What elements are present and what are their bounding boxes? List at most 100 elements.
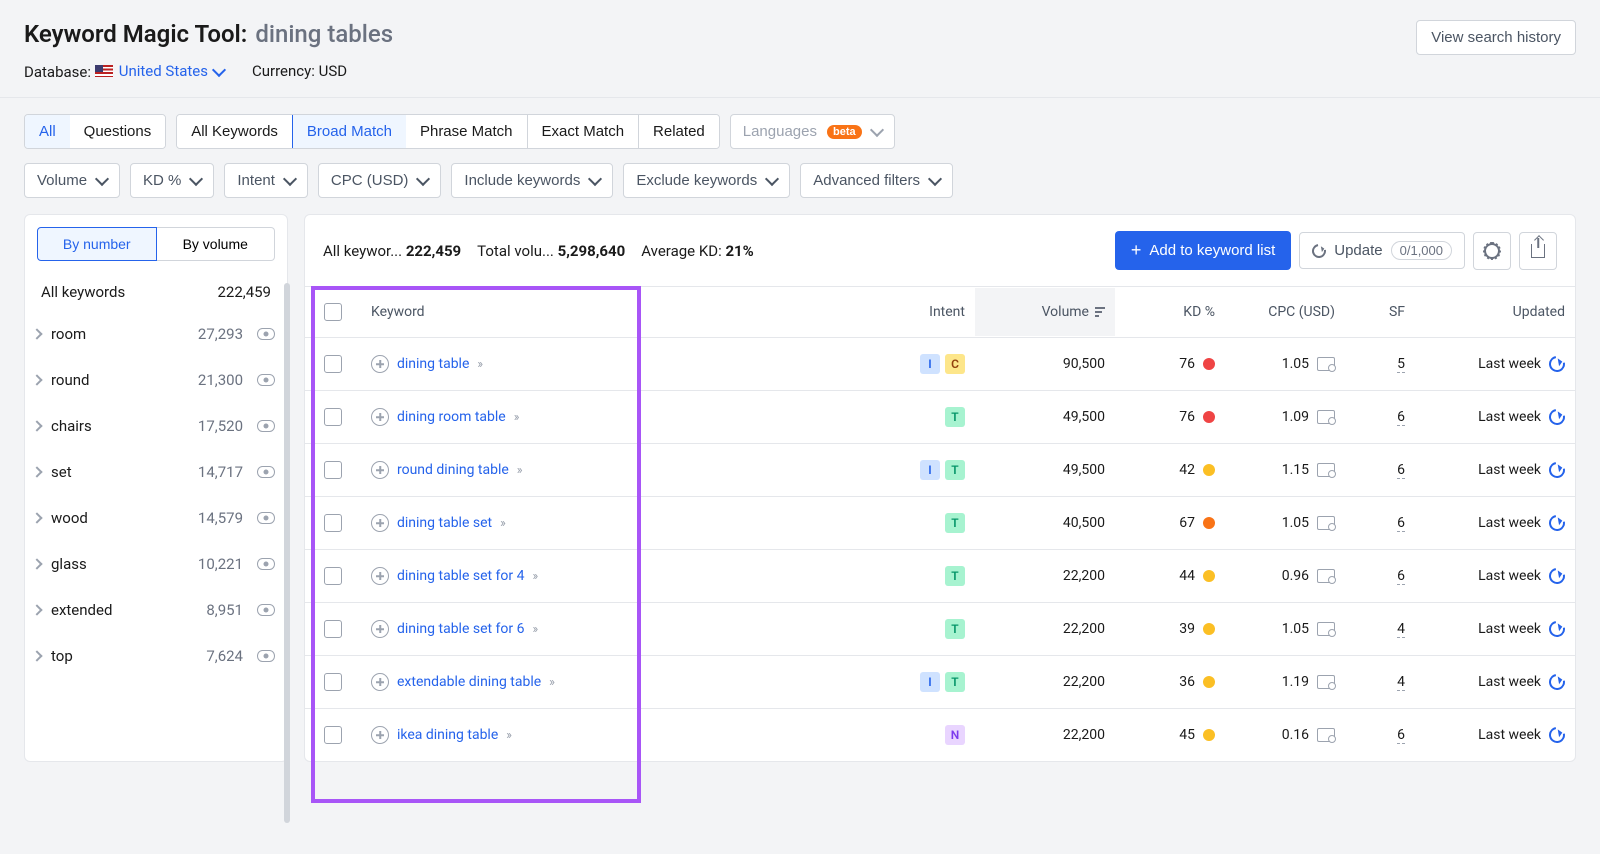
col-intent[interactable]: Intent	[885, 288, 975, 336]
keyword-link[interactable]: dining room table	[397, 409, 506, 425]
languages-filter[interactable]: Languages beta	[730, 114, 895, 149]
sf-value[interactable]: 6	[1397, 515, 1405, 532]
col-cpc[interactable]: CPC (USD)	[1225, 288, 1345, 336]
col-volume[interactable]: Volume	[975, 288, 1115, 336]
sf-value[interactable]: 6	[1397, 462, 1405, 479]
sf-value[interactable]: 6	[1397, 727, 1405, 744]
row-checkbox[interactable]	[324, 355, 342, 373]
serp-icon[interactable]	[1317, 516, 1335, 530]
filter-intent[interactable]: Intent	[224, 163, 308, 198]
sidebar-tab-by-number[interactable]: By number	[37, 227, 157, 261]
col-sf[interactable]: SF	[1345, 288, 1415, 336]
col-keyword[interactable]: Keyword	[361, 288, 885, 336]
eye-icon[interactable]	[257, 512, 275, 524]
sidebar-item-glass[interactable]: glass10,221	[25, 541, 287, 587]
expand-icon[interactable]	[371, 620, 389, 638]
expand-icon[interactable]	[371, 514, 389, 532]
filter-advanced-filters[interactable]: Advanced filters	[800, 163, 953, 198]
sf-value[interactable]: 5	[1397, 356, 1405, 373]
kd-value: 42	[1179, 462, 1195, 478]
eye-icon[interactable]	[257, 466, 275, 478]
row-checkbox[interactable]	[324, 726, 342, 744]
eye-icon[interactable]	[257, 558, 275, 570]
tab-all-keywords[interactable]: All Keywords	[177, 115, 293, 148]
settings-button[interactable]	[1473, 232, 1511, 270]
sidebar-item-chairs[interactable]: chairs17,520	[25, 403, 287, 449]
filter-exclude-keywords[interactable]: Exclude keywords	[623, 163, 790, 198]
refresh-icon[interactable]	[1546, 618, 1568, 640]
tab-questions[interactable]: Questions	[70, 115, 166, 148]
col-kd[interactable]: KD %	[1115, 288, 1225, 336]
eye-icon[interactable]	[257, 420, 275, 432]
row-checkbox[interactable]	[324, 514, 342, 532]
keyword-link[interactable]: dining table	[397, 356, 469, 372]
refresh-icon[interactable]	[1546, 353, 1568, 375]
sidebar-item-extended[interactable]: extended8,951	[25, 587, 287, 633]
sf-value[interactable]: 4	[1397, 674, 1405, 691]
serp-icon[interactable]	[1317, 410, 1335, 424]
eye-icon[interactable]	[257, 374, 275, 386]
refresh-icon[interactable]	[1546, 565, 1568, 587]
refresh-icon[interactable]	[1546, 459, 1568, 481]
add-to-list-button[interactable]: + Add to keyword list	[1115, 231, 1291, 270]
expand-icon[interactable]	[371, 461, 389, 479]
serp-icon[interactable]	[1317, 675, 1335, 689]
keyword-link[interactable]: dining table set for 6	[397, 621, 525, 637]
expand-icon[interactable]	[371, 408, 389, 426]
serp-icon[interactable]	[1317, 357, 1335, 371]
sidebar-item-set[interactable]: set14,717	[25, 449, 287, 495]
filter-cpc-usd-[interactable]: CPC (USD)	[318, 163, 442, 198]
keyword-link[interactable]: dining table set for 4	[397, 568, 525, 584]
row-checkbox[interactable]	[324, 673, 342, 691]
serp-icon[interactable]	[1317, 728, 1335, 742]
sidebar-item-room[interactable]: room27,293	[25, 311, 287, 357]
update-button[interactable]: Update 0/1,000	[1299, 232, 1465, 269]
all-keywords-row[interactable]: All keywords 222,459	[25, 273, 287, 311]
tab-all[interactable]: All	[24, 114, 71, 149]
eye-icon[interactable]	[257, 328, 275, 340]
refresh-icon[interactable]	[1546, 512, 1568, 534]
refresh-icon[interactable]	[1546, 406, 1568, 428]
sidebar-item-round[interactable]: round21,300	[25, 357, 287, 403]
expand-icon[interactable]	[371, 673, 389, 691]
tab-related[interactable]: Related	[639, 115, 719, 148]
eye-icon[interactable]	[257, 650, 275, 662]
serp-icon[interactable]	[1317, 622, 1335, 636]
row-checkbox[interactable]	[324, 461, 342, 479]
serp-icon[interactable]	[1317, 569, 1335, 583]
refresh-icon[interactable]	[1546, 724, 1568, 746]
scrollbar[interactable]	[284, 283, 290, 823]
sidebar-item-wood[interactable]: wood14,579	[25, 495, 287, 541]
sf-value[interactable]: 6	[1397, 568, 1405, 585]
keyword-link[interactable]: dining table set	[397, 515, 492, 531]
keyword-link[interactable]: ikea dining table	[397, 727, 498, 743]
row-checkbox[interactable]	[324, 620, 342, 638]
database-selector[interactable]: Database: United States	[24, 62, 224, 81]
keyword-link[interactable]: round dining table	[397, 462, 509, 478]
tab-exact-match[interactable]: Exact Match	[528, 115, 640, 148]
row-checkbox[interactable]	[324, 408, 342, 426]
select-all-checkbox[interactable]	[324, 303, 342, 321]
serp-icon[interactable]	[1317, 463, 1335, 477]
sidebar-tab-by-volume[interactable]: By volume	[157, 227, 276, 261]
flag-icon	[95, 65, 113, 77]
sf-value[interactable]: 6	[1397, 409, 1405, 426]
filter-kd-[interactable]: KD %	[130, 163, 214, 198]
expand-icon[interactable]	[371, 355, 389, 373]
view-history-button[interactable]: View search history	[1416, 20, 1576, 55]
keyword-link[interactable]: extendable dining table	[397, 674, 541, 690]
expand-icon[interactable]	[371, 567, 389, 585]
export-button[interactable]	[1519, 232, 1557, 270]
sidebar-item-top[interactable]: top7,624	[25, 633, 287, 679]
row-checkbox[interactable]	[324, 567, 342, 585]
tab-broad-match[interactable]: Broad Match	[292, 114, 407, 149]
tab-phrase-match[interactable]: Phrase Match	[406, 115, 528, 148]
sf-value[interactable]: 4	[1397, 621, 1405, 638]
kd-value: 36	[1179, 674, 1195, 690]
refresh-icon[interactable]	[1546, 671, 1568, 693]
eye-icon[interactable]	[257, 604, 275, 616]
col-updated[interactable]: Updated	[1415, 288, 1575, 336]
filter-volume[interactable]: Volume	[24, 163, 120, 198]
expand-icon[interactable]	[371, 726, 389, 744]
filter-include-keywords[interactable]: Include keywords	[451, 163, 613, 198]
